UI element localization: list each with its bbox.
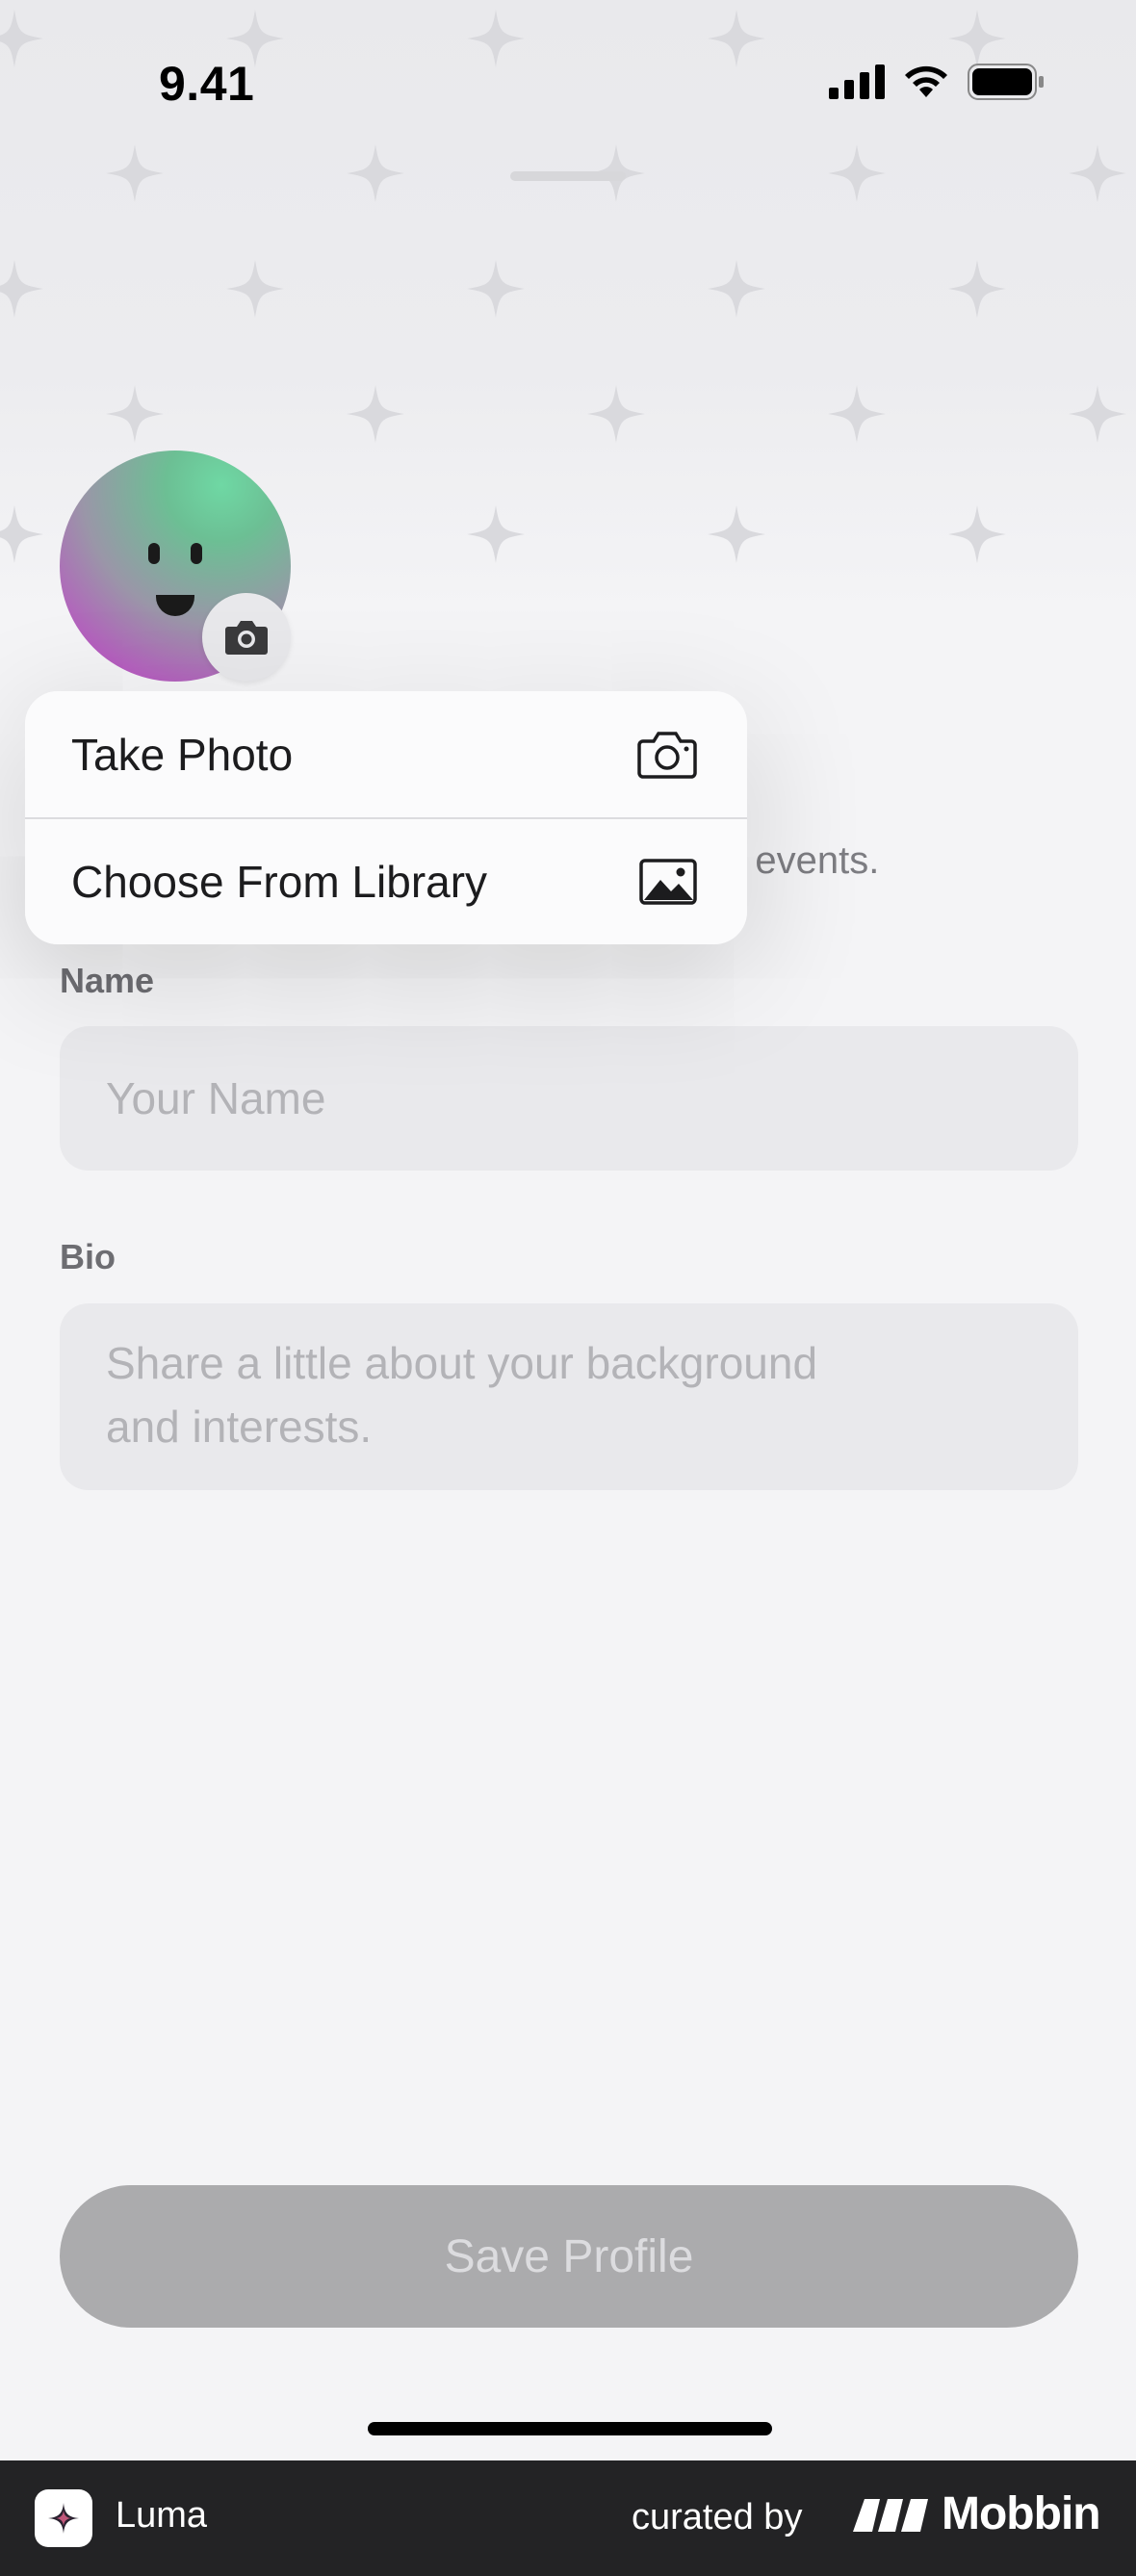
menu-item-choose-library[interactable]: Choose From Library	[25, 818, 747, 944]
camera-icon	[225, 621, 268, 655]
footer-bar: Luma curated by Mobbin	[0, 2460, 1136, 2576]
sparkle-shape	[587, 385, 645, 443]
sparkle-shape	[828, 385, 886, 443]
battery-icon	[968, 64, 1044, 100]
home-indicator	[368, 2422, 772, 2435]
sparkle-shape	[467, 260, 525, 318]
profile-subtitle: r events.	[732, 839, 880, 882]
change-photo-button[interactable]	[202, 593, 291, 682]
wifi-icon	[905, 65, 947, 97]
status-time: 9.41	[159, 57, 255, 111]
save-profile-button[interactable]: Save Profile	[60, 2185, 1078, 2328]
choose-library-label: Choose From Library	[71, 856, 488, 907]
sparkle-shape	[0, 260, 43, 318]
bio-placeholder-line2: and interests.	[106, 1402, 373, 1452]
bio-field[interactable]: Share a little about your background and…	[60, 1303, 1078, 1490]
menu-item-take-photo[interactable]: Take Photo	[25, 691, 747, 817]
camera-icon	[637, 731, 697, 779]
avatar-eye-right	[191, 543, 202, 564]
sparkle-shape	[347, 385, 404, 443]
sparkle-shape	[708, 260, 765, 318]
avatar-eye-left	[148, 543, 160, 564]
edit-profile-screen: 9.41 r events. Name Your Name Bio Share …	[0, 0, 1136, 2460]
sparkle-shape	[467, 505, 525, 563]
bio-label: Bio	[60, 1237, 116, 1276]
avatar-mouth	[156, 595, 194, 616]
name-field[interactable]: Your Name	[60, 1026, 1078, 1171]
photo-context-menu: Take Photo Choose From Library	[25, 691, 747, 944]
sparkle-shape	[948, 505, 1006, 563]
mobbin-logo-icon	[853, 2498, 928, 2532]
sparkle-shape	[948, 260, 1006, 318]
take-photo-label: Take Photo	[71, 729, 294, 780]
status-icons	[829, 64, 1045, 100]
name-label: Name	[60, 961, 155, 1000]
curated-by-label: curated by	[632, 2497, 803, 2537]
sparkle-shape	[708, 505, 765, 563]
app-icon	[35, 2489, 92, 2547]
sheet-grabber[interactable]	[510, 171, 626, 181]
name-placeholder: Your Name	[106, 1073, 326, 1123]
sparkle-shape	[226, 260, 284, 318]
sparkle-icon	[48, 2503, 79, 2534]
app-name: Luma	[116, 2495, 208, 2536]
cellular-signal-icon	[829, 64, 885, 99]
photo-icon	[639, 858, 697, 905]
sparkle-shape	[0, 505, 43, 563]
bio-placeholder-line1: Share a little about your background	[106, 1338, 818, 1388]
status-bar: 9.41	[0, 0, 1136, 173]
mobbin-brand-name: Mobbin	[942, 2488, 1101, 2539]
sparkle-shape	[106, 385, 164, 443]
mobbin-brand: Mobbin	[851, 2487, 1101, 2540]
sparkle-shape	[1069, 385, 1126, 443]
